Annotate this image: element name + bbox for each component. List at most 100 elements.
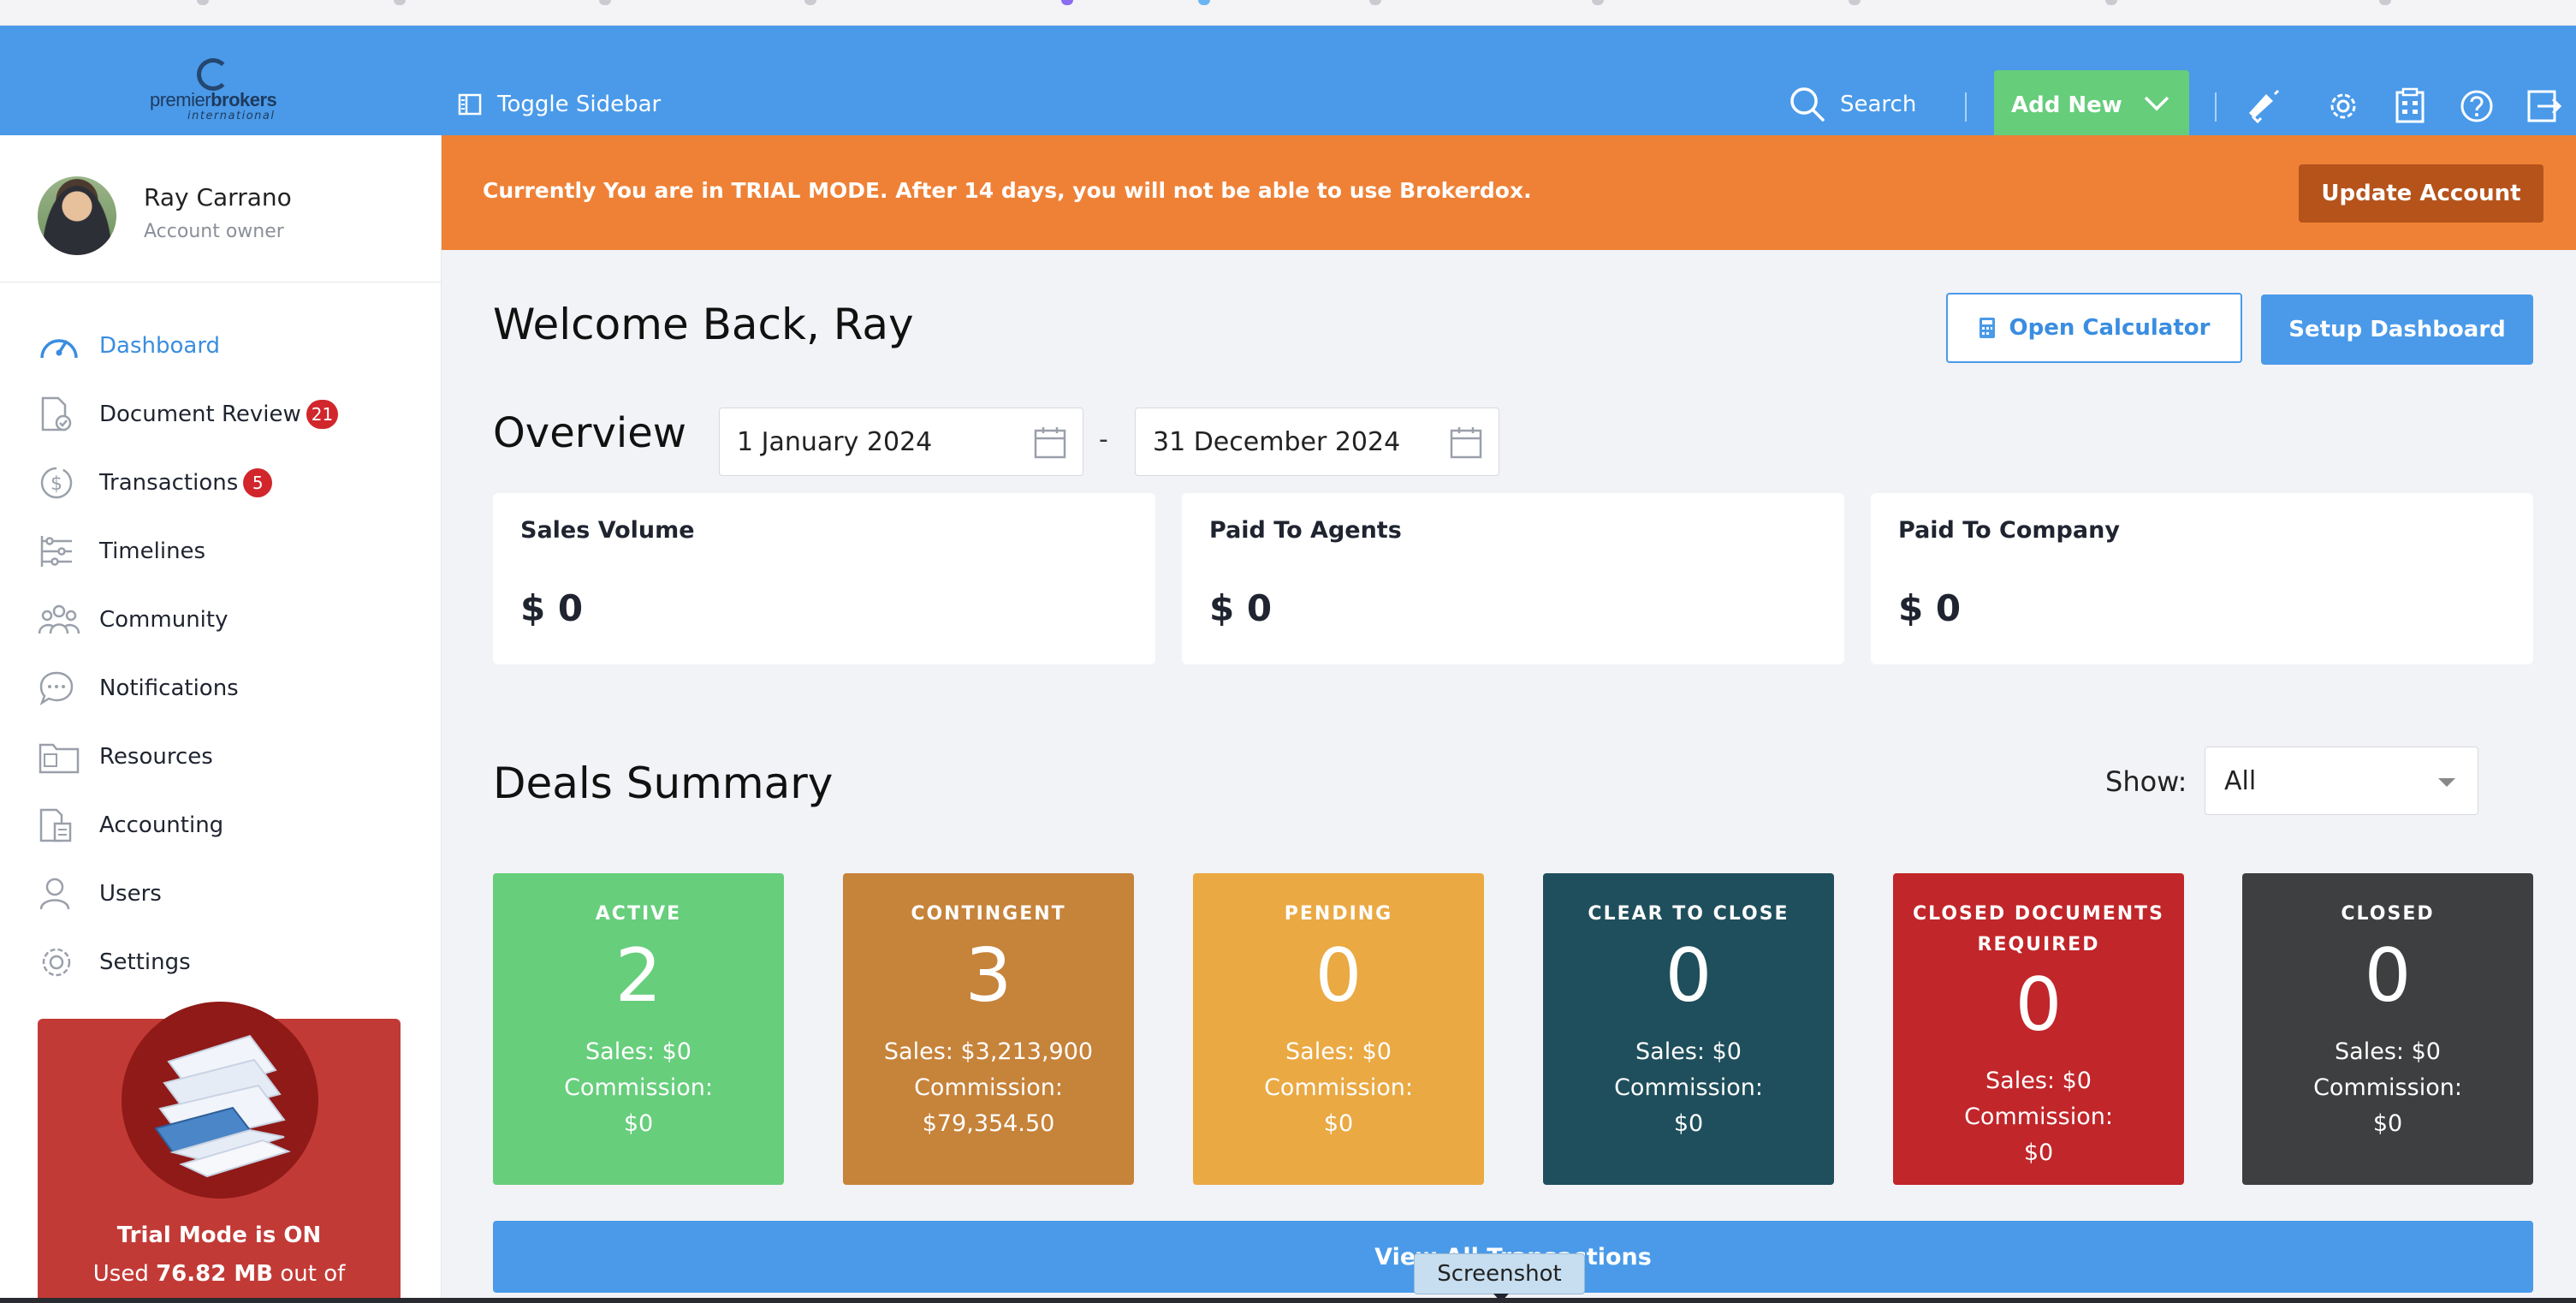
- date-to-value: 31 December 2024: [1153, 426, 1401, 457]
- calculator-file-icon: [2395, 87, 2425, 123]
- search-label: Search: [1840, 92, 1917, 117]
- gear-icon: [38, 943, 80, 981]
- stat-value: $ 0: [520, 587, 584, 629]
- sidebar-nav: Dashboard Document Review 21 $ Transacti…: [0, 312, 442, 997]
- overview-title: Overview: [493, 409, 686, 457]
- settings-button[interactable]: [2324, 87, 2362, 125]
- sidebar-item-community[interactable]: Community: [0, 586, 442, 654]
- deal-sales: Sales: $0: [585, 1038, 691, 1065]
- deal-status: PENDING: [1284, 903, 1393, 925]
- setup-dashboard-button[interactable]: Setup Dashboard: [2261, 295, 2533, 365]
- deal-count: 0: [1665, 933, 1712, 1019]
- deal-status: CLOSED DOCUMENTS REQUIRED: [1912, 903, 2165, 955]
- sidebar-toggle-icon: [458, 93, 482, 116]
- deal-card-contingent[interactable]: CONTINGENT 3 Sales: $3,213,900 Commissio…: [843, 873, 1134, 1185]
- sidebar-item-label: Settings: [99, 949, 191, 975]
- announcement-button[interactable]: [2244, 87, 2282, 125]
- deal-commission: $0: [2023, 1139, 2054, 1166]
- sidebar-item-notifications[interactable]: Notifications: [0, 654, 442, 723]
- trial-banner-message: Currently You are in TRIAL MODE. After 1…: [483, 178, 1532, 203]
- deal-card-pending[interactable]: PENDING 0 Sales: $0 Commission: $0: [1193, 873, 1484, 1185]
- trial-illustration: [122, 1002, 318, 1199]
- profile-role: Account owner: [144, 221, 284, 242]
- deal-sales: Sales: $0: [1985, 1068, 2092, 1094]
- deal-status: CONTINGENT: [911, 903, 1066, 925]
- window-bottom-edge: [0, 1298, 2576, 1303]
- deal-sales: Sales: $3,213,900: [883, 1038, 1094, 1065]
- calculator-icon: [1979, 318, 1995, 338]
- avatar: [38, 176, 116, 255]
- document-review-badge: 21: [306, 400, 339, 429]
- open-calculator-label: Open Calculator: [2009, 315, 2211, 341]
- paid-to-company-card: Paid To Company $ 0: [1871, 493, 2533, 664]
- add-new-label: Add New: [2011, 92, 2122, 118]
- deal-card-closed[interactable]: CLOSED 0 Sales: $0 Commission: $0: [2242, 873, 2533, 1185]
- calendar-icon[interactable]: [1449, 425, 1483, 460]
- user-profile[interactable]: Ray Carrano Account owner: [0, 135, 442, 283]
- date-from-input[interactable]: 1 January 2024: [719, 408, 1083, 476]
- update-account-button[interactable]: Update Account: [2299, 164, 2543, 223]
- open-calculator-button[interactable]: Open Calculator: [1946, 293, 2242, 363]
- help-button[interactable]: [2458, 87, 2496, 125]
- transactions-badge: 5: [243, 468, 273, 497]
- deal-status: CLOSED: [2341, 903, 2435, 925]
- deal-commission-label: Commission:: [1264, 1074, 1413, 1101]
- sidebar-item-transactions[interactable]: $ Transactions 5: [0, 449, 442, 517]
- logo-subtext: international: [187, 110, 276, 122]
- stat-label: Sales Volume: [520, 517, 695, 544]
- search-button[interactable]: Search: [1789, 86, 1916, 123]
- calendar-icon[interactable]: [1033, 425, 1067, 460]
- show-filter-select[interactable]: All: [2205, 747, 2478, 815]
- sidebar-item-timelines[interactable]: Timelines: [0, 517, 442, 586]
- sidebar-item-settings[interactable]: Settings: [0, 928, 442, 997]
- sidebar-item-resources[interactable]: Resources: [0, 723, 442, 791]
- deal-card-closed-documents-required[interactable]: CLOSED DOCUMENTS REQUIRED 0 Sales: $0 Co…: [1893, 873, 2184, 1185]
- sidebar-item-label: Resources: [99, 744, 213, 770]
- browser-toolbar-edge: [0, 0, 2576, 26]
- sidebar-item-users[interactable]: Users: [0, 860, 442, 928]
- add-new-button[interactable]: Add New: [1994, 70, 2189, 140]
- paid-to-agents-card: Paid To Agents $ 0: [1182, 493, 1844, 664]
- sidebar-item-label: Transactions: [99, 470, 239, 496]
- search-icon: [1790, 87, 1825, 122]
- deal-count: 0: [2015, 962, 2063, 1048]
- deal-commission-label: Commission:: [2313, 1074, 2462, 1101]
- date-to-input[interactable]: 31 December 2024: [1135, 408, 1499, 476]
- deal-card-clear-to-close[interactable]: CLEAR TO CLOSE 0 Sales: $0 Commission: $…: [1543, 873, 1834, 1185]
- toggle-sidebar-button[interactable]: Toggle Sidebar: [458, 90, 661, 119]
- logo-wordmark: premierbrokers: [150, 89, 277, 110]
- date-from-value: 1 January 2024: [737, 426, 933, 457]
- gauge-icon: [38, 327, 80, 365]
- deal-commission-label: Commission:: [1614, 1074, 1763, 1101]
- sidebar: Ray Carrano Account owner Dashboard Docu…: [0, 135, 442, 1303]
- sidebar-item-document-review[interactable]: Document Review 21: [0, 380, 442, 449]
- deal-count: 3: [965, 933, 1012, 1019]
- show-filter-value: All: [2224, 765, 2257, 796]
- trial-banner: Currently You are in TRIAL MODE. After 1…: [442, 135, 2576, 250]
- header-divider: [1965, 92, 1967, 122]
- date-range-separator: -: [1099, 425, 1108, 455]
- logo-mark: [197, 58, 229, 91]
- chevron-down-icon: [2144, 96, 2169, 111]
- sidebar-item-accounting[interactable]: Accounting: [0, 791, 442, 860]
- header-divider: [2215, 92, 2217, 122]
- deal-sales: Sales: $0: [1635, 1038, 1742, 1065]
- gear-icon: [2330, 93, 2356, 119]
- sidebar-item-label: Document Review: [99, 402, 301, 427]
- deal-status: ACTIVE: [595, 903, 682, 925]
- deal-count: 0: [1315, 933, 1362, 1019]
- logout-button[interactable]: [2525, 87, 2562, 125]
- calculator-button[interactable]: [2391, 87, 2429, 125]
- sales-volume-card: Sales Volume $ 0: [493, 493, 1155, 664]
- company-logo[interactable]: premierbrokers international: [150, 58, 295, 122]
- page-title: Welcome Back, Ray: [493, 300, 914, 349]
- folder-icon: [38, 738, 80, 776]
- sidebar-item-dashboard[interactable]: Dashboard: [0, 312, 442, 380]
- trial-card-usage: Used 76.82 MB out of 10.24 MB available: [92, 1261, 346, 1303]
- deal-commission-label: Commission:: [1964, 1104, 2113, 1130]
- deal-status: CLEAR TO CLOSE: [1588, 903, 1790, 925]
- deal-count: 0: [2364, 933, 2412, 1019]
- deal-card-active[interactable]: ACTIVE 2 Sales: $0 Commission: $0: [493, 873, 784, 1185]
- toggle-sidebar-label: Toggle Sidebar: [497, 92, 662, 117]
- stat-label: Paid To Company: [1898, 517, 2120, 544]
